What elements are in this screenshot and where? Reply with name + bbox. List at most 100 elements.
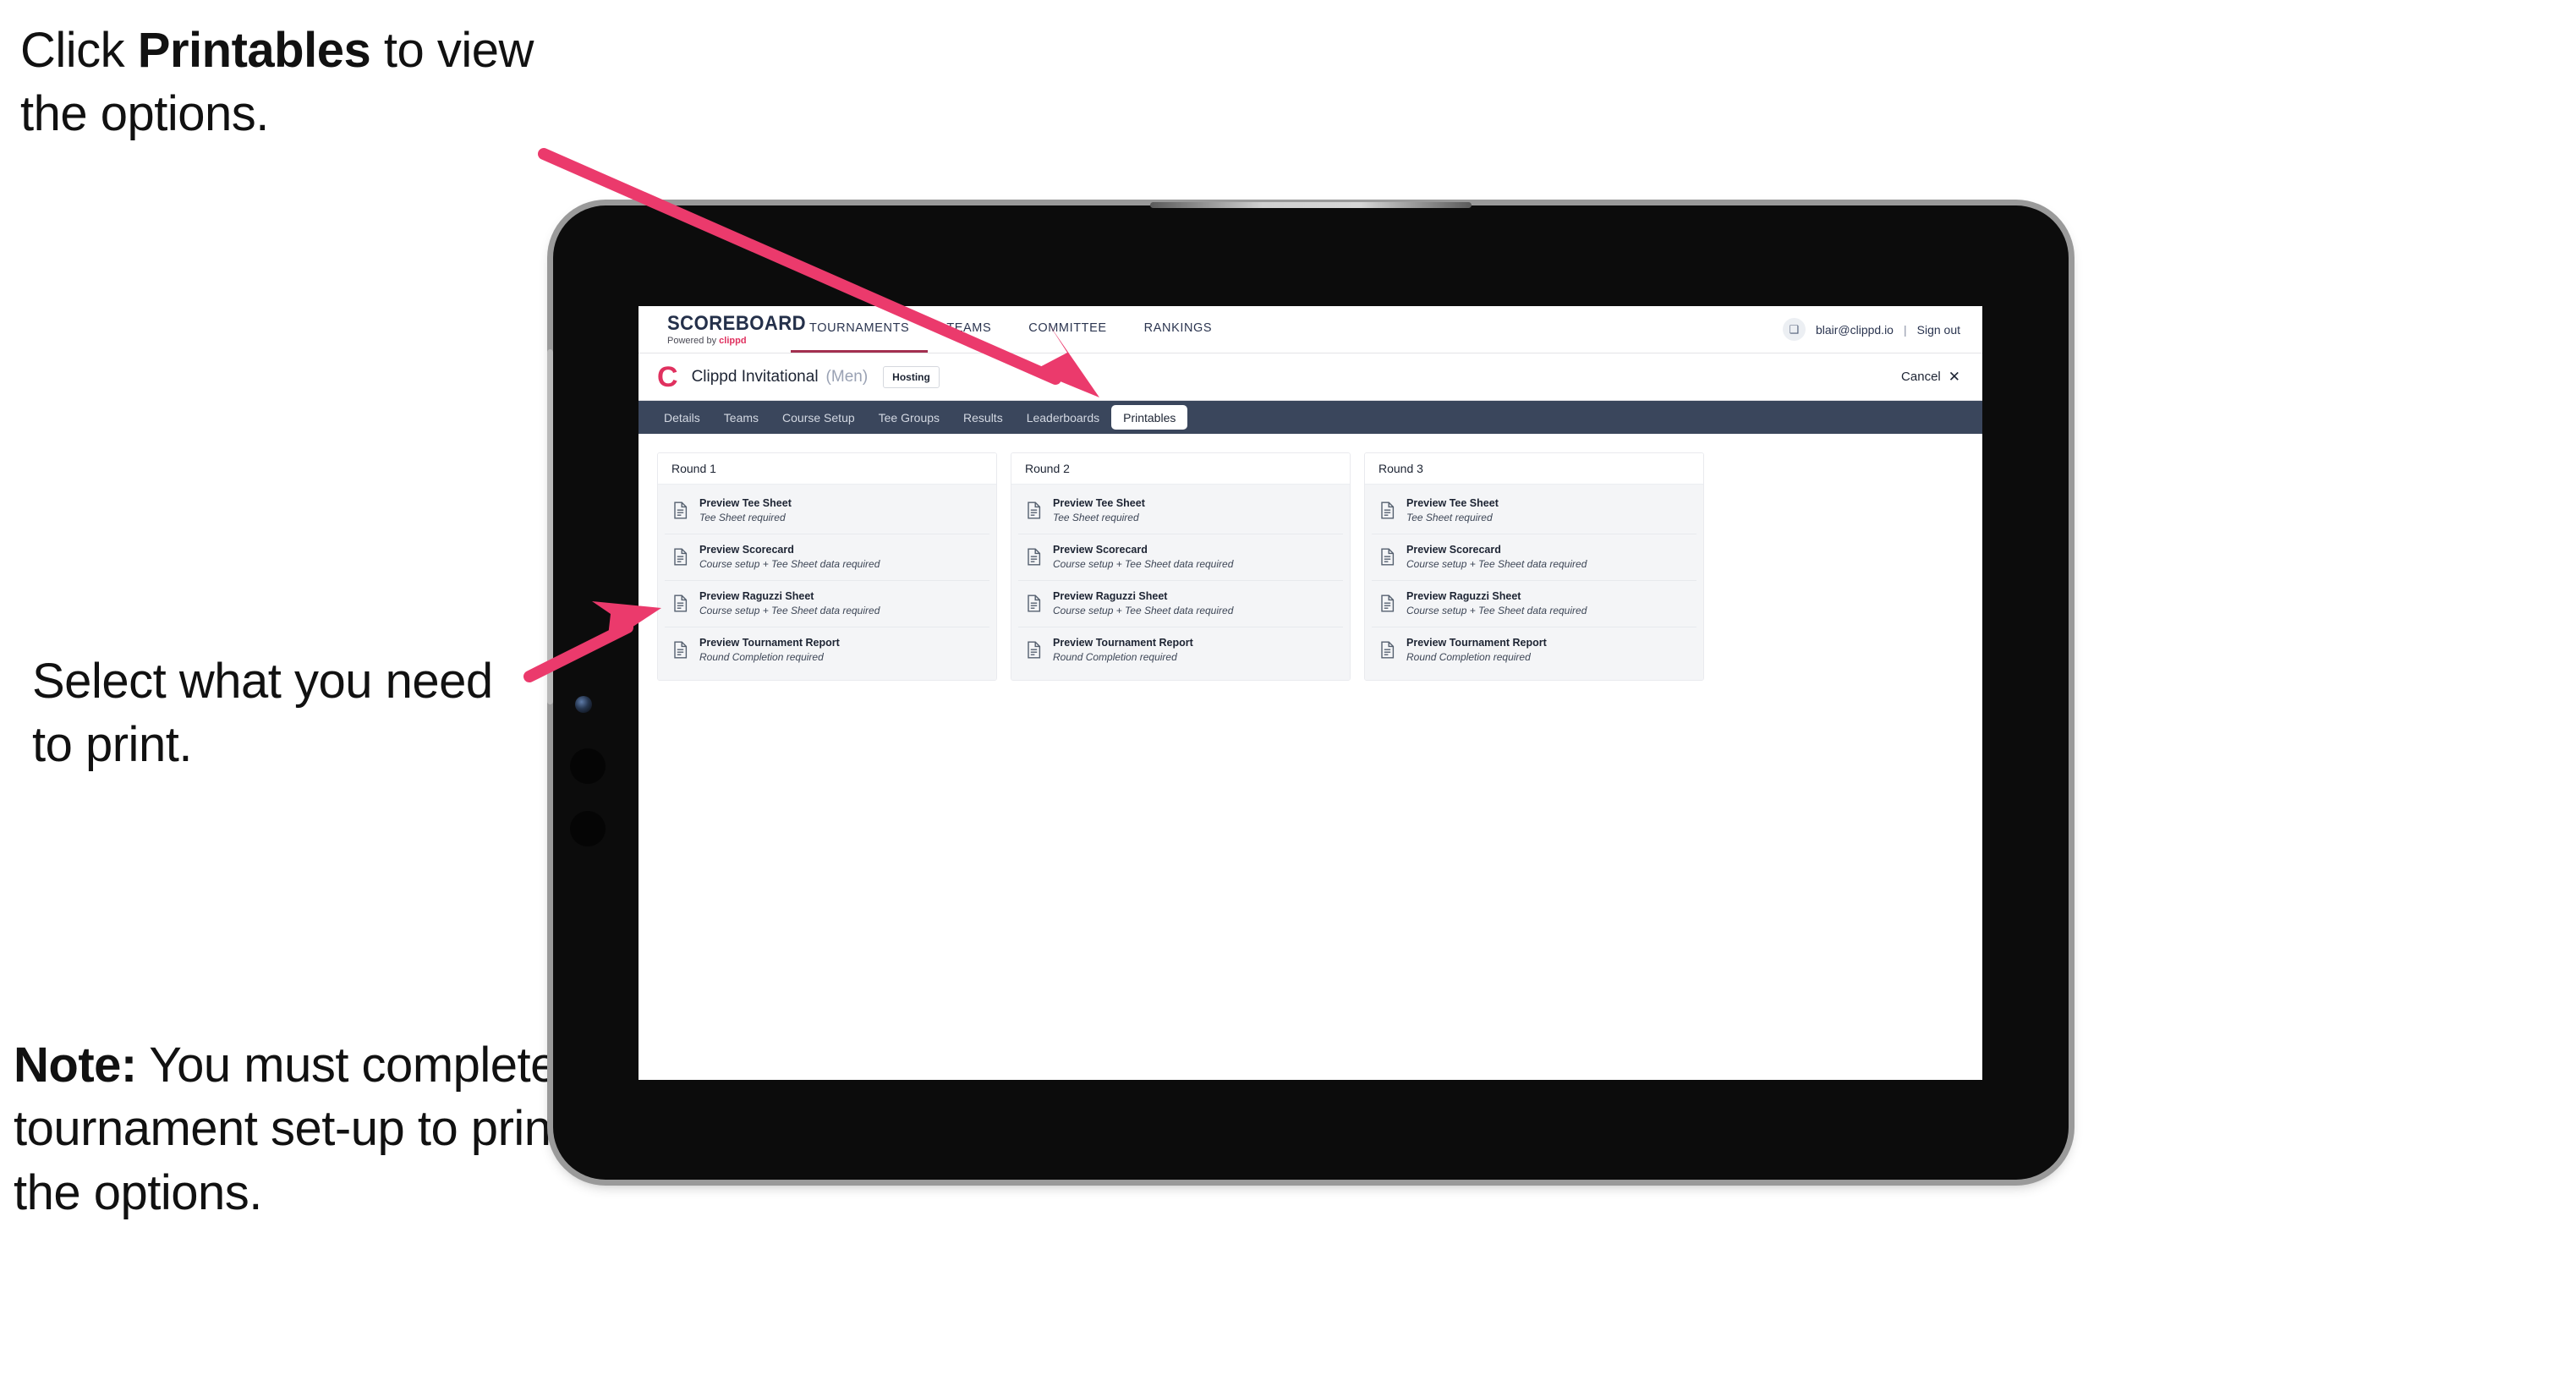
- document-icon: [1380, 501, 1395, 519]
- close-icon: ✕: [1948, 369, 1960, 385]
- annotation-text: Click: [20, 23, 138, 78]
- tab-details[interactable]: Details: [652, 405, 712, 430]
- printable-item-text: Preview Raguzzi Sheet Course setup + Tee…: [699, 589, 880, 616]
- round-column-1: Round 1 Preview Tee Sheet Tee Sheet requ…: [657, 452, 997, 681]
- printable-item-scorecard[interactable]: Preview Scorecard Course setup + Tee She…: [665, 534, 989, 581]
- tournament-title-bar: C Clippd Invitational (Men) Hosting Canc…: [639, 353, 1982, 401]
- tournament-gender: (Men): [825, 367, 869, 386]
- printable-title: Preview Scorecard: [1053, 543, 1148, 556]
- printable-item-text: Preview Tee Sheet Tee Sheet required: [699, 497, 792, 523]
- avatar[interactable]: ❑: [1782, 318, 1806, 341]
- document-icon: [1380, 594, 1395, 612]
- clippd-logo-icon: C: [657, 360, 678, 393]
- brand-subtitle: Powered by clippd: [667, 335, 791, 346]
- printable-item-tee-sheet[interactable]: Preview Tee Sheet Tee Sheet required: [1372, 488, 1696, 534]
- printable-subtitle: Course setup + Tee Sheet data required: [1406, 557, 1587, 570]
- document-icon: [1380, 641, 1395, 659]
- brand-title: SCOREBOARD: [667, 311, 807, 335]
- section-tab-bar: Details Teams Course Setup Tee Groups Re…: [639, 401, 1982, 434]
- document-icon: [1380, 548, 1395, 566]
- printable-title: Preview Scorecard: [1406, 543, 1501, 556]
- brand-sub-prefix: Powered by: [667, 335, 720, 346]
- cancel-button[interactable]: Cancel ✕: [1901, 370, 1960, 384]
- nav-item-rankings[interactable]: RANKINGS: [1126, 306, 1231, 353]
- printable-subtitle: Round Completion required: [1053, 650, 1177, 663]
- document-icon: [673, 548, 688, 566]
- printable-title: Preview Scorecard: [699, 543, 794, 556]
- printable-item-tee-sheet[interactable]: Preview Tee Sheet Tee Sheet required: [1018, 488, 1343, 534]
- document-icon: [1027, 501, 1041, 519]
- round-column-3: Round 3 Preview Tee Sheet Tee Sheet requ…: [1364, 452, 1704, 681]
- nav-item-teams[interactable]: TEAMS: [928, 306, 1010, 353]
- tablet-left-edge-strip: [547, 349, 553, 704]
- bezel-button-volume-up[interactable]: [570, 748, 606, 784]
- printable-title: Preview Tee Sheet: [1053, 497, 1145, 509]
- tab-leaderboards[interactable]: Leaderboards: [1015, 405, 1111, 430]
- printable-item-text: Preview Scorecard Course setup + Tee She…: [1406, 543, 1587, 570]
- tab-printables[interactable]: Printables: [1111, 405, 1188, 430]
- printable-subtitle: Course setup + Tee Sheet data required: [699, 604, 880, 616]
- printable-item-scorecard[interactable]: Preview Scorecard Course setup + Tee She…: [1372, 534, 1696, 581]
- printable-subtitle: Tee Sheet required: [1053, 511, 1139, 523]
- printable-item-raguzzi-sheet[interactable]: Preview Raguzzi Sheet Course setup + Tee…: [665, 580, 989, 627]
- tournament-name: Clippd Invitational: [691, 367, 819, 386]
- printable-item-tournament-report[interactable]: Preview Tournament Report Round Completi…: [665, 627, 989, 673]
- document-icon: [1027, 594, 1041, 612]
- brand-logo[interactable]: SCOREBOARD Powered by clippd: [639, 306, 807, 353]
- printable-item-text: Preview Raguzzi Sheet Course setup + Tee…: [1053, 590, 1234, 616]
- nav-item-committee[interactable]: COMMITTEE: [1010, 306, 1125, 353]
- round-2-items: Preview Tee Sheet Tee Sheet required Pre…: [1011, 485, 1350, 680]
- annotation-text: Select what you need to print.: [32, 654, 493, 773]
- tab-course-setup[interactable]: Course Setup: [770, 405, 867, 430]
- printable-item-raguzzi-sheet[interactable]: Preview Raguzzi Sheet Course setup + Tee…: [1372, 580, 1696, 627]
- brand-sub-clippd: clippd: [719, 335, 747, 346]
- printable-item-scorecard[interactable]: Preview Scorecard Course setup + Tee She…: [1018, 534, 1343, 581]
- printable-item-text: Preview Scorecard Course setup + Tee She…: [1053, 543, 1234, 570]
- tab-tee-groups[interactable]: Tee Groups: [867, 405, 951, 430]
- document-icon: [673, 594, 688, 612]
- round-title: Round 3: [1365, 453, 1703, 485]
- round-3-items: Preview Tee Sheet Tee Sheet required Pre…: [1365, 485, 1703, 680]
- printable-item-text: Preview Tee Sheet Tee Sheet required: [1406, 497, 1499, 523]
- user-account-area: ❑ blair@clippd.io | Sign out: [1782, 306, 1982, 353]
- annotation-emphasis: Printables: [137, 23, 371, 78]
- printable-item-raguzzi-sheet[interactable]: Preview Raguzzi Sheet Course setup + Tee…: [1018, 580, 1343, 627]
- printable-subtitle: Course setup + Tee Sheet data required: [1053, 557, 1234, 570]
- tab-results[interactable]: Results: [951, 405, 1015, 430]
- annotation-click-printables: Click Printables to view the options.: [20, 19, 562, 146]
- front-camera-icon: [575, 696, 592, 713]
- printable-item-tee-sheet[interactable]: Preview Tee Sheet Tee Sheet required: [665, 488, 989, 534]
- printable-title: Preview Tournament Report: [1053, 636, 1193, 649]
- status-badge: Hosting: [883, 365, 940, 388]
- printable-item-tournament-report[interactable]: Preview Tournament Report Round Completi…: [1372, 627, 1696, 673]
- bezel-button-volume-down[interactable]: [570, 811, 606, 846]
- round-title: Round 1: [658, 453, 996, 485]
- printable-subtitle: Course setup + Tee Sheet data required: [699, 557, 880, 570]
- printable-subtitle: Course setup + Tee Sheet data required: [1053, 604, 1234, 616]
- printable-title: Preview Tee Sheet: [1406, 497, 1499, 509]
- printable-subtitle: Round Completion required: [1406, 650, 1531, 663]
- separator: |: [1903, 322, 1907, 337]
- printable-item-tournament-report[interactable]: Preview Tournament Report Round Completi…: [1018, 627, 1343, 673]
- printable-subtitle: Tee Sheet required: [699, 511, 786, 523]
- printable-item-text: Preview Tee Sheet Tee Sheet required: [1053, 497, 1145, 523]
- printable-subtitle: Course setup + Tee Sheet data required: [1406, 604, 1587, 616]
- document-icon: [673, 641, 688, 659]
- tab-teams[interactable]: Teams: [712, 405, 770, 430]
- printable-title: Preview Tournament Report: [1406, 636, 1547, 649]
- round-title: Round 2: [1011, 453, 1350, 485]
- printable-title: Preview Tournament Report: [699, 636, 840, 649]
- document-icon: [1027, 548, 1041, 566]
- printable-subtitle: Round Completion required: [699, 650, 824, 663]
- annotation-select-what-to-print: Select what you need to print.: [32, 649, 540, 777]
- printable-title: Preview Raguzzi Sheet: [699, 589, 814, 602]
- sign-out-button[interactable]: Sign out: [1917, 323, 1960, 337]
- annotation-emphasis: Note:: [14, 1038, 137, 1093]
- global-navigation-bar: SCOREBOARD Powered by clippd TOURNAMENTS…: [639, 306, 1982, 353]
- browser-viewport: SCOREBOARD Powered by clippd TOURNAMENTS…: [639, 306, 1982, 1080]
- nav-item-tournaments[interactable]: TOURNAMENTS: [791, 306, 929, 353]
- printable-item-text: Preview Tournament Report Round Completi…: [1406, 636, 1547, 663]
- speaker-slit: [1150, 202, 1472, 208]
- user-email-label: blair@clippd.io: [1815, 322, 1894, 337]
- document-icon: [1027, 641, 1041, 659]
